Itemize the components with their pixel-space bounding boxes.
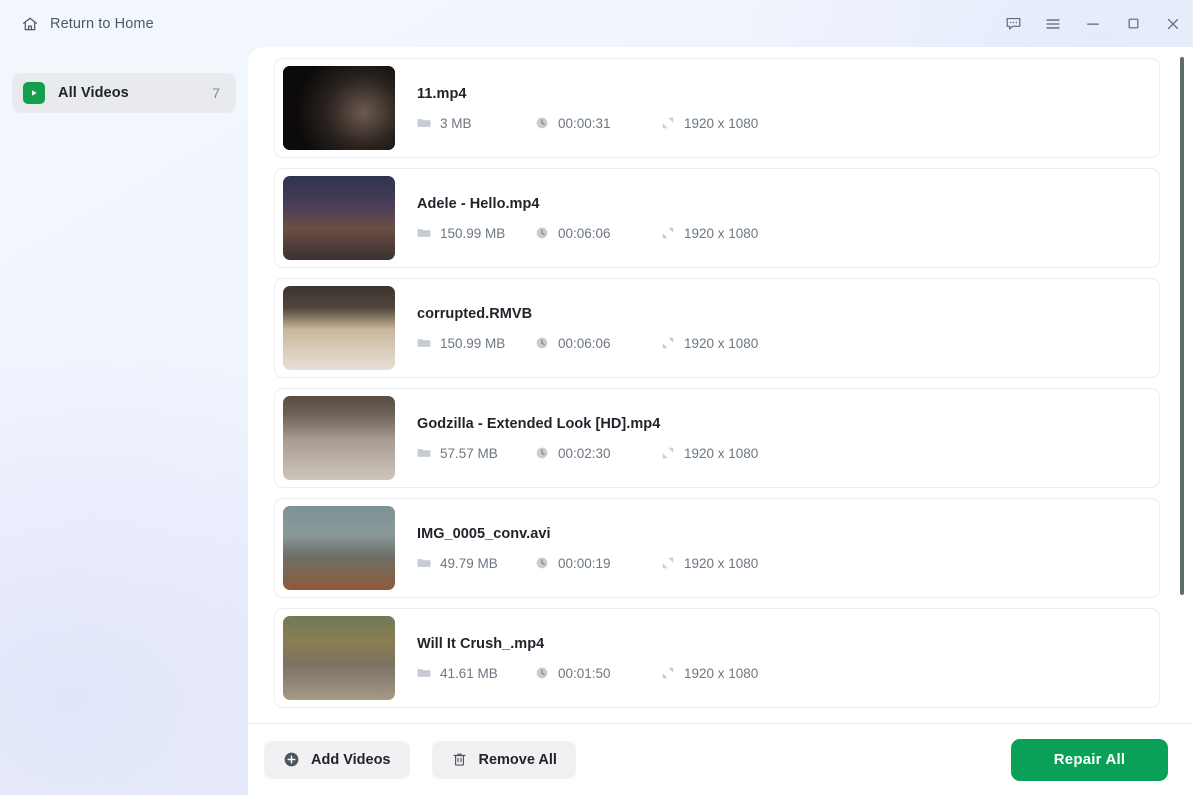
clock-icon [535,226,549,240]
video-filename: 11.mp4 [417,86,1159,102]
maximize-button[interactable] [1113,4,1153,44]
video-list-scrollbar[interactable] [1180,57,1184,713]
footer-toolbar: Add Videos Remove All Repair All [248,723,1193,795]
video-size: 150.99 MB [417,336,535,351]
video-metadata: 150.99 MB00:06:061920 x 1080 [417,336,1159,351]
video-resolution: 1920 x 1080 [661,226,758,241]
resolution-icon [661,556,675,570]
add-videos-button[interactable]: Add Videos [264,741,410,779]
feedback-icon [1005,15,1022,32]
video-duration: 00:00:31 [535,116,661,131]
video-list-item[interactable]: 11.mp4 3 MB00:00:311920 x 1080 [274,58,1160,158]
video-list-item[interactable]: Adele - Hello.mp4 150.99 MB00:06:061920 x… [274,168,1160,268]
folder-icon [417,116,431,130]
sidebar-item-all-videos[interactable]: All Videos 7 [12,73,236,113]
video-resolution: 1920 x 1080 [661,116,758,131]
return-to-home-button[interactable]: Return to Home [17,9,158,39]
video-duration: 00:00:19 [535,556,661,571]
video-filename: Adele - Hello.mp4 [417,196,1159,212]
video-list: 11.mp43 MB00:00:311920 x 1080Adele - Hel… [248,47,1193,723]
resolution-icon [661,116,675,130]
video-resolution: 1920 x 1080 [661,556,758,571]
scrollbar-thumb[interactable] [1180,57,1184,595]
folder-icon [417,446,431,460]
add-videos-label: Add Videos [311,752,391,768]
video-resolution: 1920 x 1080 [661,336,758,351]
video-size: 49.79 MB [417,556,535,571]
video-filename: Will It Crush_.mp4 [417,636,1159,652]
remove-all-button[interactable]: Remove All [432,741,576,779]
close-button[interactable] [1153,4,1193,44]
folder-icon [417,336,431,350]
folder-icon [417,666,431,680]
video-info: 11.mp4 3 MB00:00:311920 x 1080 [417,86,1159,131]
video-info: Will It Crush_.mp4 41.61 MB00:01:501920 x… [417,636,1159,681]
video-thumbnail [283,176,395,260]
resolution-icon [661,666,675,680]
remove-all-label: Remove All [479,752,557,768]
video-list-item[interactable]: IMG_0005_conv.avi 49.79 MB00:00:191920 x … [274,498,1160,598]
sidebar-item-count: 7 [212,85,220,101]
titlebar: Return to Home [0,0,1193,47]
resolution-icon [661,336,675,350]
video-metadata: 3 MB00:00:311920 x 1080 [417,116,1159,131]
video-size: 3 MB [417,116,535,131]
clock-icon [535,666,549,680]
video-metadata: 41.61 MB00:01:501920 x 1080 [417,666,1159,681]
video-filename: corrupted.RMVB [417,306,1159,322]
repair-all-button[interactable]: Repair All [1011,739,1168,781]
sidebar: All Videos 7 [0,47,248,795]
video-duration: 00:06:06 [535,336,661,351]
video-size: 150.99 MB [417,226,535,241]
resolution-icon [661,226,675,240]
resolution-icon [661,446,675,460]
video-info: IMG_0005_conv.avi 49.79 MB00:00:191920 x … [417,526,1159,571]
video-duration: 00:06:06 [535,226,661,241]
clock-icon [535,336,549,350]
video-thumbnail [283,66,395,150]
play-icon [23,82,45,104]
folder-icon [417,556,431,570]
trash-icon [451,751,468,768]
video-filename: Godzilla - Extended Look [HD].mp4 [417,416,1159,432]
video-size: 41.61 MB [417,666,535,681]
video-thumbnail [283,396,395,480]
close-icon [1164,15,1182,33]
video-duration: 00:01:50 [535,666,661,681]
video-info: Godzilla - Extended Look [HD].mp4 57.57 M… [417,416,1159,461]
main-panel: 11.mp43 MB00:00:311920 x 1080Adele - Hel… [248,47,1193,795]
folder-icon [417,226,431,240]
menu-icon [1044,15,1062,33]
video-duration: 00:02:30 [535,446,661,461]
video-thumbnail [283,616,395,700]
minimize-icon [1084,15,1102,33]
clock-icon [535,116,549,130]
video-thumbnail [283,286,395,370]
video-list-item[interactable]: corrupted.RMVB 150.99 MB00:06:061920 x 10… [274,278,1160,378]
video-resolution: 1920 x 1080 [661,446,758,461]
video-size: 57.57 MB [417,446,535,461]
video-list-item[interactable]: Godzilla - Extended Look [HD].mp4 57.57 M… [274,388,1160,488]
video-thumbnail [283,506,395,590]
feedback-button[interactable] [993,4,1033,44]
video-metadata: 57.57 MB00:02:301920 x 1080 [417,446,1159,461]
home-icon [21,15,39,33]
clock-icon [535,556,549,570]
plus-circle-icon [283,751,300,768]
video-resolution: 1920 x 1080 [661,666,758,681]
video-metadata: 150.99 MB00:06:061920 x 1080 [417,226,1159,241]
clock-icon [535,446,549,460]
video-metadata: 49.79 MB00:00:191920 x 1080 [417,556,1159,571]
window-controls [993,0,1193,47]
return-to-home-label: Return to Home [50,16,154,32]
maximize-icon [1125,15,1142,32]
video-filename: IMG_0005_conv.avi [417,526,1159,542]
minimize-button[interactable] [1073,4,1113,44]
video-info: corrupted.RMVB 150.99 MB00:06:061920 x 10… [417,306,1159,351]
video-info: Adele - Hello.mp4 150.99 MB00:06:061920 x… [417,196,1159,241]
sidebar-item-label: All Videos [58,85,129,101]
video-list-item[interactable]: Will It Crush_.mp4 41.61 MB00:01:501920 x… [274,608,1160,708]
menu-button[interactable] [1033,4,1073,44]
